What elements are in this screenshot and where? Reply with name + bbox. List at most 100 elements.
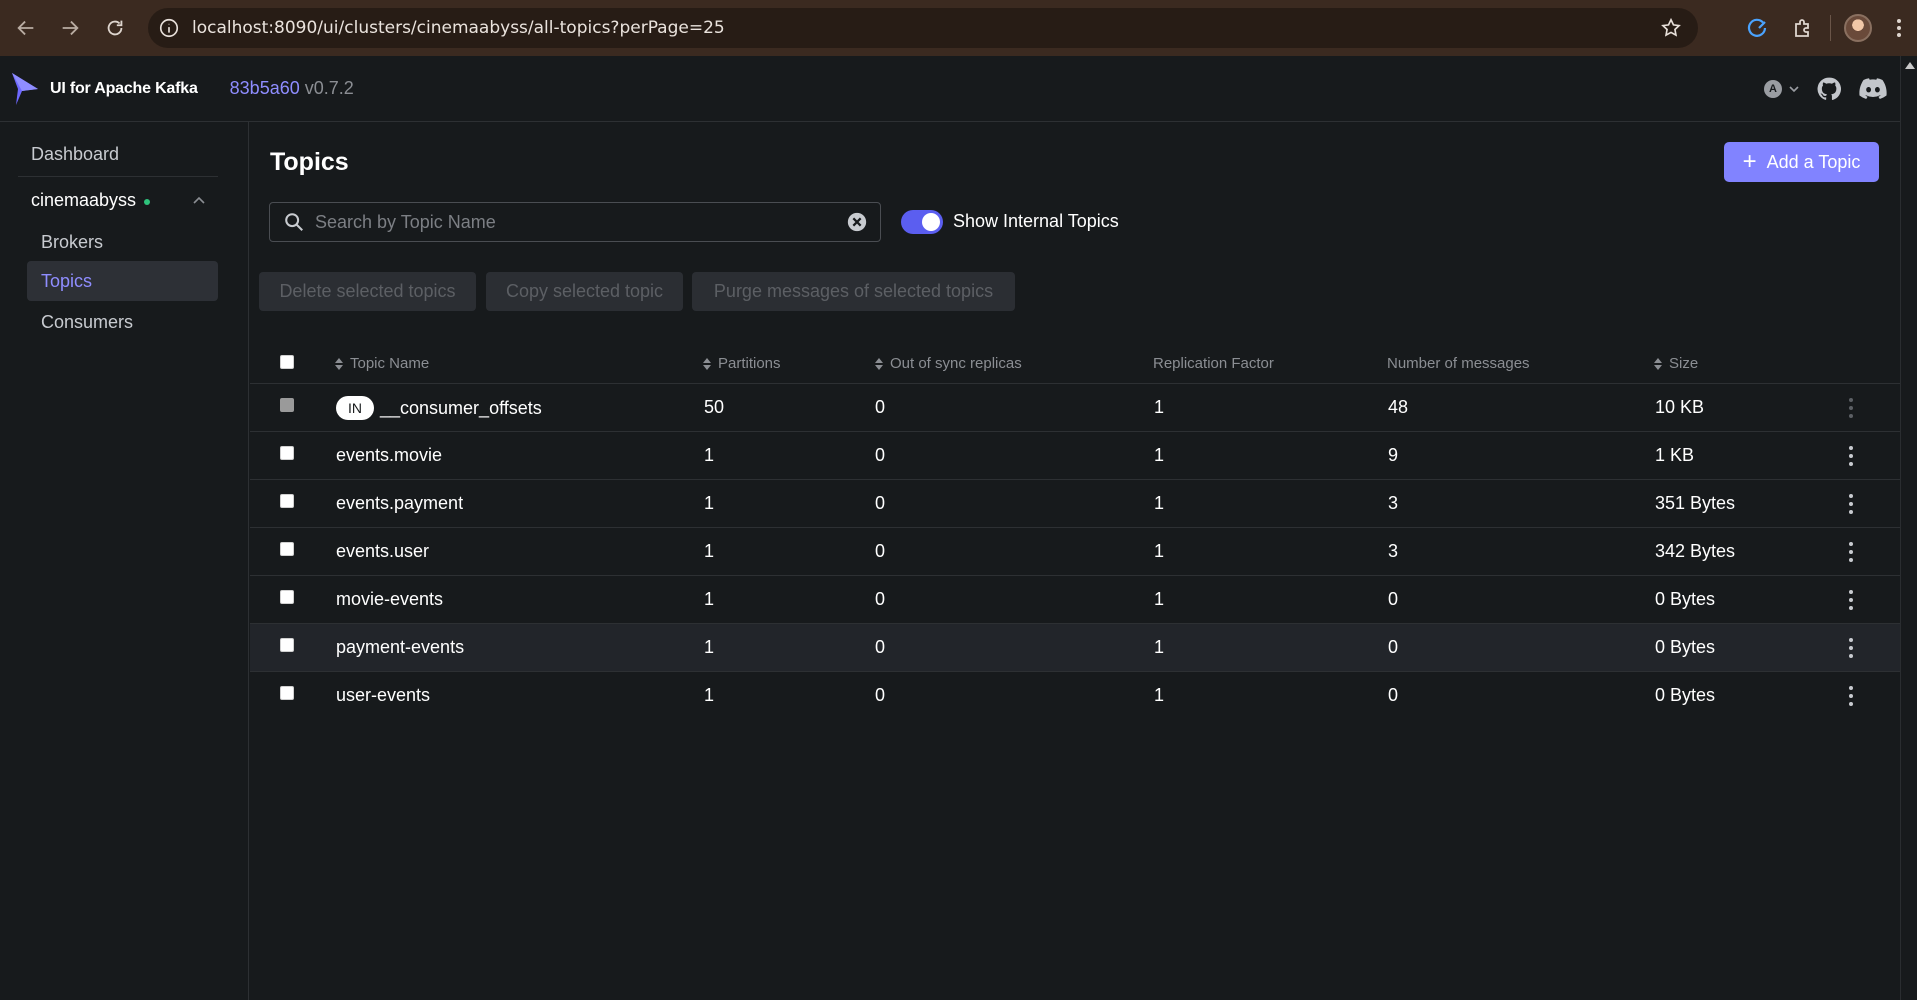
row-menu-icon[interactable] xyxy=(1846,589,1856,611)
col-topic-name[interactable]: Topic Name xyxy=(335,355,429,372)
sidebar-cluster-cinemaabyss[interactable]: cinemaabyss xyxy=(31,190,151,211)
site-info-icon[interactable] xyxy=(158,17,180,39)
messages-cell: 3 xyxy=(1388,541,1399,561)
topic-search-box xyxy=(269,202,881,242)
version-hash-link[interactable]: 83b5a60 xyxy=(230,78,300,99)
col-size[interactable]: Size xyxy=(1654,355,1698,372)
topic-search-input[interactable] xyxy=(315,204,846,240)
forward-icon[interactable] xyxy=(48,6,92,50)
out-of-sync-cell: 0 xyxy=(875,445,886,465)
out-of-sync-cell: 0 xyxy=(875,541,886,561)
internal-badge: IN xyxy=(336,396,374,420)
profile-avatar[interactable] xyxy=(1835,0,1881,56)
topic-name[interactable]: __consumer_offsets xyxy=(380,398,542,419)
url-text: localhost:8090/ui/clusters/cinemaabyss/a… xyxy=(192,18,725,38)
out-of-sync-cell: 0 xyxy=(875,589,886,609)
chrome-menu-icon[interactable] xyxy=(1881,0,1917,56)
select-all-checkbox[interactable] xyxy=(280,355,294,369)
size-cell: 0 Bytes xyxy=(1655,685,1716,705)
topic-name[interactable]: payment-events xyxy=(336,637,464,658)
sidebar: Dashboard cinemaabyss Brokers Topics Con… xyxy=(0,122,249,1000)
extensions-puzzle-icon[interactable] xyxy=(1780,0,1826,56)
sidebar-item-consumers[interactable]: Consumers xyxy=(27,302,218,342)
sidebar-item-topics[interactable]: Topics xyxy=(27,261,218,301)
table-row[interactable]: events.user 1 0 1 3 342 Bytes xyxy=(250,528,1900,576)
scroll-up-arrow-icon[interactable] xyxy=(1905,62,1915,69)
replication-cell: 1 xyxy=(1154,685,1165,705)
table-row[interactable]: IN __consumer_offsets 50 0 1 48 10 KB xyxy=(250,384,1900,432)
table-row[interactable]: payment-events 1 0 1 0 0 Bytes xyxy=(250,624,1900,672)
show-internal-topics-toggle[interactable] xyxy=(901,210,943,234)
delete-selected-topics-button[interactable]: Delete selected topics xyxy=(259,272,476,311)
purge-messages-button[interactable]: Purge messages of selected topics xyxy=(692,272,1015,311)
table-row[interactable]: movie-events 1 0 1 0 0 Bytes xyxy=(250,576,1900,624)
col-topic-name-label: Topic Name xyxy=(350,355,430,372)
address-bar[interactable]: localhost:8090/ui/clusters/cinemaabyss/a… xyxy=(148,8,1698,48)
table-row[interactable]: events.movie 1 0 1 9 1 KB xyxy=(250,432,1900,480)
topic-name-cell[interactable]: IN __consumer_offsets xyxy=(336,396,542,420)
add-topic-button[interactable]: + Add a Topic xyxy=(1724,142,1879,182)
topic-name[interactable]: events.movie xyxy=(336,445,442,466)
row-checkbox[interactable] xyxy=(280,494,294,508)
col-out-of-sync[interactable]: Out of sync replicas xyxy=(875,355,1022,372)
sidebar-item-brokers[interactable]: Brokers xyxy=(27,222,218,262)
row-checkbox[interactable] xyxy=(280,542,294,556)
sidebar-item-dashboard[interactable]: Dashboard xyxy=(31,144,119,165)
clear-search-icon[interactable] xyxy=(846,211,868,233)
app-title[interactable]: UI for Apache Kafka xyxy=(50,80,198,98)
sort-icon xyxy=(1654,357,1663,370)
sidebar-divider xyxy=(18,176,218,177)
page-scrollbar[interactable] xyxy=(1900,56,1917,1000)
topic-name[interactable]: user-events xyxy=(336,685,430,706)
row-menu-icon[interactable] xyxy=(1846,397,1856,419)
browser-actions xyxy=(1734,0,1917,56)
out-of-sync-cell: 0 xyxy=(875,397,886,417)
row-checkbox[interactable] xyxy=(280,686,294,700)
table-row[interactable]: events.payment 1 0 1 3 351 Bytes xyxy=(250,480,1900,528)
row-checkbox[interactable] xyxy=(280,590,294,604)
language-select[interactable]: A xyxy=(1764,80,1800,98)
row-menu-icon[interactable] xyxy=(1846,685,1856,707)
table-row[interactable]: user-events 1 0 1 0 0 Bytes xyxy=(250,672,1900,720)
extension-refresh-icon[interactable] xyxy=(1734,0,1780,56)
replication-cell: 1 xyxy=(1154,589,1165,609)
plus-icon: + xyxy=(1742,148,1757,175)
out-of-sync-cell: 0 xyxy=(875,685,886,705)
messages-cell: 0 xyxy=(1388,685,1399,705)
row-menu-icon[interactable] xyxy=(1846,541,1856,563)
add-topic-label: Add a Topic xyxy=(1766,151,1861,172)
size-cell: 1 KB xyxy=(1655,445,1695,465)
messages-cell: 3 xyxy=(1388,493,1399,513)
size-cell: 342 Bytes xyxy=(1655,541,1736,561)
kafka-ui-logo-icon[interactable] xyxy=(10,71,40,107)
topic-name[interactable]: events.payment xyxy=(336,493,463,514)
browser-toolbar: localhost:8090/ui/clusters/cinemaabyss/a… xyxy=(0,0,1917,56)
copy-selected-topic-button[interactable]: Copy selected topic xyxy=(486,272,683,311)
col-replication-factor-label: Replication Factor xyxy=(1153,355,1274,372)
messages-cell: 0 xyxy=(1388,637,1399,657)
col-replication-factor: Replication Factor xyxy=(1153,355,1274,372)
topic-name[interactable]: movie-events xyxy=(336,589,443,610)
bookmark-star-icon[interactable] xyxy=(1660,17,1682,39)
row-menu-icon[interactable] xyxy=(1846,637,1856,659)
toggle-knob xyxy=(922,213,940,231)
messages-cell: 48 xyxy=(1388,397,1409,417)
replication-cell: 1 xyxy=(1154,397,1165,417)
reload-icon[interactable] xyxy=(93,6,137,50)
row-menu-icon[interactable] xyxy=(1846,493,1856,515)
discord-icon[interactable] xyxy=(1858,74,1888,104)
row-menu-icon[interactable] xyxy=(1846,445,1856,467)
topic-name[interactable]: events.user xyxy=(336,541,429,562)
partitions-cell: 1 xyxy=(704,637,715,657)
github-icon[interactable] xyxy=(1814,74,1844,104)
back-icon[interactable] xyxy=(4,6,48,50)
size-cell: 351 Bytes xyxy=(1655,493,1736,513)
chevron-up-icon[interactable] xyxy=(190,192,208,210)
row-checkbox[interactable] xyxy=(280,446,294,460)
col-size-label: Size xyxy=(1669,355,1699,372)
row-checkbox xyxy=(280,398,294,412)
col-partitions[interactable]: Partitions xyxy=(703,355,781,372)
sort-icon xyxy=(703,357,712,370)
main-content: Topics + Add a Topic Show Internal Topic… xyxy=(250,122,1900,1000)
row-checkbox[interactable] xyxy=(280,638,294,652)
